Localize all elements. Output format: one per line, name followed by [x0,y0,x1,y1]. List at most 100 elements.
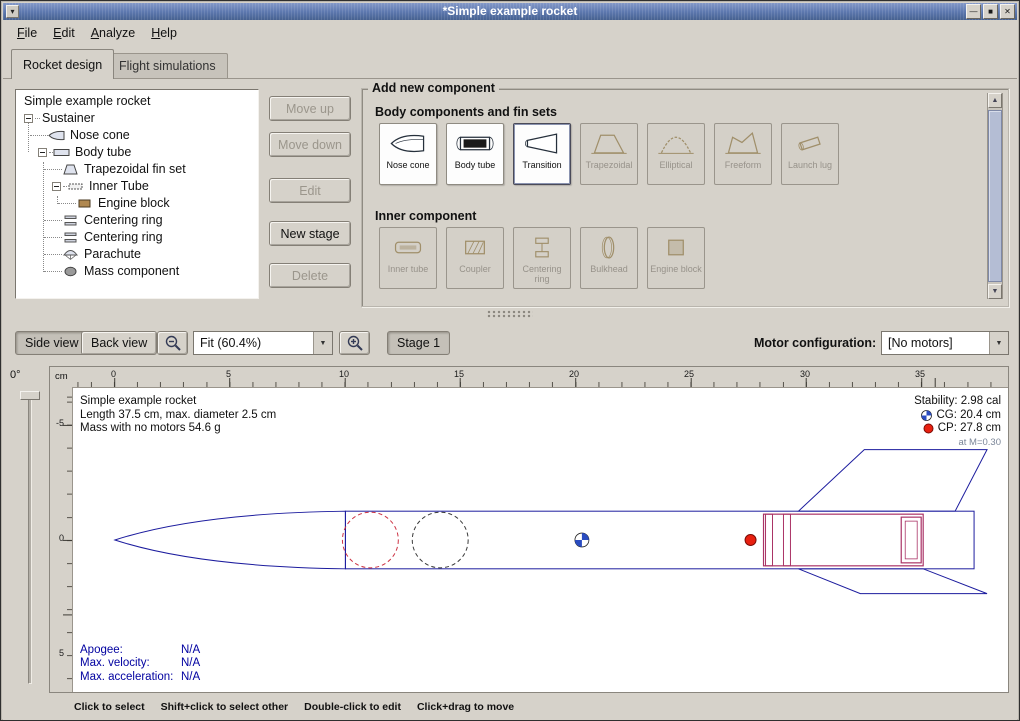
zoom-in-icon [346,334,364,352]
rocket-canvas[interactable]: Simple example rocket Length 37.5 cm, ma… [72,387,1008,692]
add-bulkhead-button[interactable]: Bulkhead [580,227,638,289]
inner-tube-icon [67,180,84,193]
tree-item-fin-set[interactable]: Trapezoidal fin set [16,161,258,178]
zoom-level-select[interactable]: Fit (60.4%) ▼ [193,331,333,355]
add-inner-tube-button[interactable]: Inner tube [379,227,437,289]
ruler-tick-label: 0 [111,369,116,379]
add-body-tube-button[interactable]: Body tube [446,123,504,185]
move-down-button[interactable]: Move down [269,132,351,157]
zoom-out-icon [164,334,182,352]
tree-item-centering-ring-1[interactable]: Centering ring [16,212,258,229]
add-freeform-fin-button[interactable]: Freeform [714,123,772,185]
add-launch-lug-button[interactable]: Launch lug [781,123,839,185]
tree-item-label: Centering ring [82,229,165,246]
ruler-tick-label: 30 [800,369,810,379]
centering-ring-icon [62,231,79,244]
system-menu-icon[interactable]: ▾ [6,5,19,18]
add-centering-ring-button[interactable]: Centering ring [513,227,571,289]
add-transition-button[interactable]: Transition [513,123,571,185]
scroll-down-icon[interactable]: ▼ [988,284,1002,299]
cp-icon [923,423,934,434]
hint-click-drag: Click+drag to move [417,701,514,713]
component-tree[interactable]: Simple example rocket Sustainer Nose con… [15,89,259,299]
nose-cone-icon [48,129,65,142]
tree-item-engine-block[interactable]: Engine block [16,195,258,212]
delete-button[interactable]: Delete [269,263,351,288]
tree-item-label: Body tube [73,144,133,161]
body-tube-icon [456,127,494,159]
parachute-icon [62,248,79,261]
add-trapezoidal-fin-button[interactable]: Trapezoidal [580,123,638,185]
nose-cone-icon [389,127,427,159]
tree-item-label: Nose cone [68,127,132,144]
titlebar-texture [3,3,1017,20]
new-stage-button[interactable]: New stage [269,221,351,246]
ruler-tick-label: 5 [226,369,231,379]
tree-line [43,162,44,272]
tree-item-sustainer[interactable]: Sustainer [16,110,258,127]
collapse-toggle-icon[interactable] [24,114,33,123]
motor-configuration-select[interactable]: [No motors] ▼ [881,331,1009,355]
centering-ring-icon [523,231,561,263]
component-panel-scrollbar[interactable]: ▲ ▼ [987,93,1003,299]
tree-item-rocket[interactable]: Simple example rocket [16,93,258,110]
tree-item-label: Engine block [96,195,172,212]
ruler-unit-label: cm [50,367,72,387]
menu-file[interactable]: File [9,23,45,43]
add-coupler-button[interactable]: Coupler [446,227,504,289]
tree-item-label: Sustainer [40,110,97,127]
motor-configuration-value: [No motors] [882,332,989,354]
tree-item-inner-tube[interactable]: Inner Tube [16,178,258,195]
tab-rocket-design[interactable]: Rocket design [11,49,114,79]
tree-item-parachute[interactable]: Parachute [16,246,258,263]
minimize-button[interactable]: — [966,4,981,19]
rotation-slider-handle[interactable] [20,391,40,400]
side-view-button[interactable]: Side view [15,331,89,355]
collapse-toggle-icon[interactable] [52,182,61,191]
move-up-button[interactable]: Move up [269,96,351,121]
add-nose-cone-button[interactable]: Nose cone [379,123,437,185]
panel-splitter[interactable] [3,307,1017,321]
max-velocity-value: N/A [181,657,200,671]
menu-analyze[interactable]: Analyze [83,23,143,43]
scrollbar-thumb[interactable] [988,110,1002,282]
chevron-down-icon[interactable]: ▼ [989,332,1008,354]
menu-help[interactable]: Help [143,23,185,43]
stage-1-toggle[interactable]: Stage 1 [387,331,450,355]
tree-item-label: Mass component [82,263,181,280]
collapse-toggle-icon[interactable] [38,148,47,157]
tab-flight-simulations[interactable]: Flight simulations [107,53,228,78]
mass-component-icon [62,265,79,278]
tree-item-centering-ring-2[interactable]: Centering ring [16,229,258,246]
chevron-down-icon[interactable]: ▼ [313,332,332,354]
maximize-button[interactable]: ■ [983,4,998,19]
titlebar[interactable]: ▾ *Simple example rocket — ■ ✕ [3,3,1017,20]
tree-item-mass-component[interactable]: Mass component [16,263,258,280]
add-engine-block-button[interactable]: Engine block [647,227,705,289]
vertical-ruler: -5 0 5 [50,387,72,692]
bulkhead-icon [590,231,628,263]
rotation-value: 0° [10,369,21,381]
rocket-view-area: 0° cm 0 5 10 15 20 25 30 35 -5 0 5 [3,366,1017,693]
tree-item-body-tube[interactable]: Body tube [16,144,258,161]
scroll-up-icon[interactable]: ▲ [988,93,1002,108]
stability-legend: Stability: 2.98 cal CG: 20.4 cm CP: 27.8… [914,395,1001,449]
edit-button[interactable]: Edit [269,178,351,203]
close-button[interactable]: ✕ [1000,4,1015,19]
back-view-button[interactable]: Back view [81,331,157,355]
tree-item-label: Parachute [82,246,143,263]
zoom-in-button[interactable] [339,331,370,355]
tree-item-nose-cone[interactable]: Nose cone [16,127,258,144]
ruler-tick-label: 0 [59,533,64,543]
rotation-slider-track[interactable] [28,394,32,684]
menu-bar: File Edit Analyze Help [3,20,1017,45]
body-tube-icon [53,146,70,159]
tree-item-label: Trapezoidal fin set [82,161,188,178]
add-elliptical-fin-button[interactable]: Elliptical [647,123,705,185]
menu-edit[interactable]: Edit [45,23,83,43]
zoom-out-button[interactable] [157,331,188,355]
ruler-tick-label: 15 [454,369,464,379]
trapezoidal-fin-icon [590,127,628,159]
engine-block-icon [76,197,93,210]
rocket-view-frame: cm 0 5 10 15 20 25 30 35 -5 0 5 [49,366,1009,693]
